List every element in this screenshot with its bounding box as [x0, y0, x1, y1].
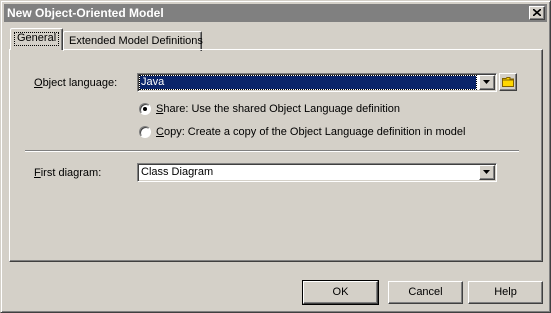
tab-label: Extended Model Definitions — [69, 35, 203, 47]
chevron-down-icon — [483, 170, 490, 174]
tab-extended-model-definitions[interactable]: Extended Model Definitions — [63, 31, 203, 51]
radio-dot — [143, 107, 147, 111]
ok-button-label: OK — [332, 286, 349, 298]
cancel-button[interactable]: Cancel — [388, 281, 463, 304]
tab-label: General — [17, 32, 57, 44]
help-button-label: Help — [494, 286, 517, 298]
tab-general[interactable]: General — [10, 28, 63, 50]
object-language-combo[interactable]: Java — [137, 73, 497, 92]
section-separator — [25, 150, 519, 152]
share-radio[interactable] — [139, 103, 151, 115]
copy-radio[interactable] — [139, 126, 151, 138]
browse-language-button[interactable] — [499, 73, 517, 91]
help-button[interactable]: Help — [468, 281, 543, 304]
window-title: New Object-Oriented Model — [7, 6, 164, 20]
cancel-button-label: Cancel — [408, 286, 443, 298]
first-diagram-combo[interactable]: Class Diagram — [137, 163, 497, 182]
object-language-label: Object language: — [34, 77, 118, 89]
share-radio-label[interactable]: Share: Use the shared Object Language de… — [156, 103, 400, 115]
title-bar[interactable]: New Object-Oriented Model — [4, 4, 547, 22]
object-language-value: Java — [139, 75, 477, 90]
chevron-down-icon — [483, 80, 490, 84]
copy-radio-label[interactable]: Copy: Create a copy of the Object Langua… — [156, 126, 465, 138]
first-diagram-label: First diagram: — [34, 167, 102, 179]
close-button[interactable] — [529, 6, 545, 20]
ok-button[interactable]: OK — [302, 280, 379, 305]
object-language-dropdown-button[interactable] — [479, 75, 495, 90]
first-diagram-dropdown-button[interactable] — [479, 165, 495, 180]
close-icon — [533, 9, 541, 16]
folder-icon — [502, 77, 514, 87]
dialog-window: New Object-Oriented Model Extended Model… — [0, 0, 551, 313]
first-diagram-value: Class Diagram — [141, 166, 214, 178]
